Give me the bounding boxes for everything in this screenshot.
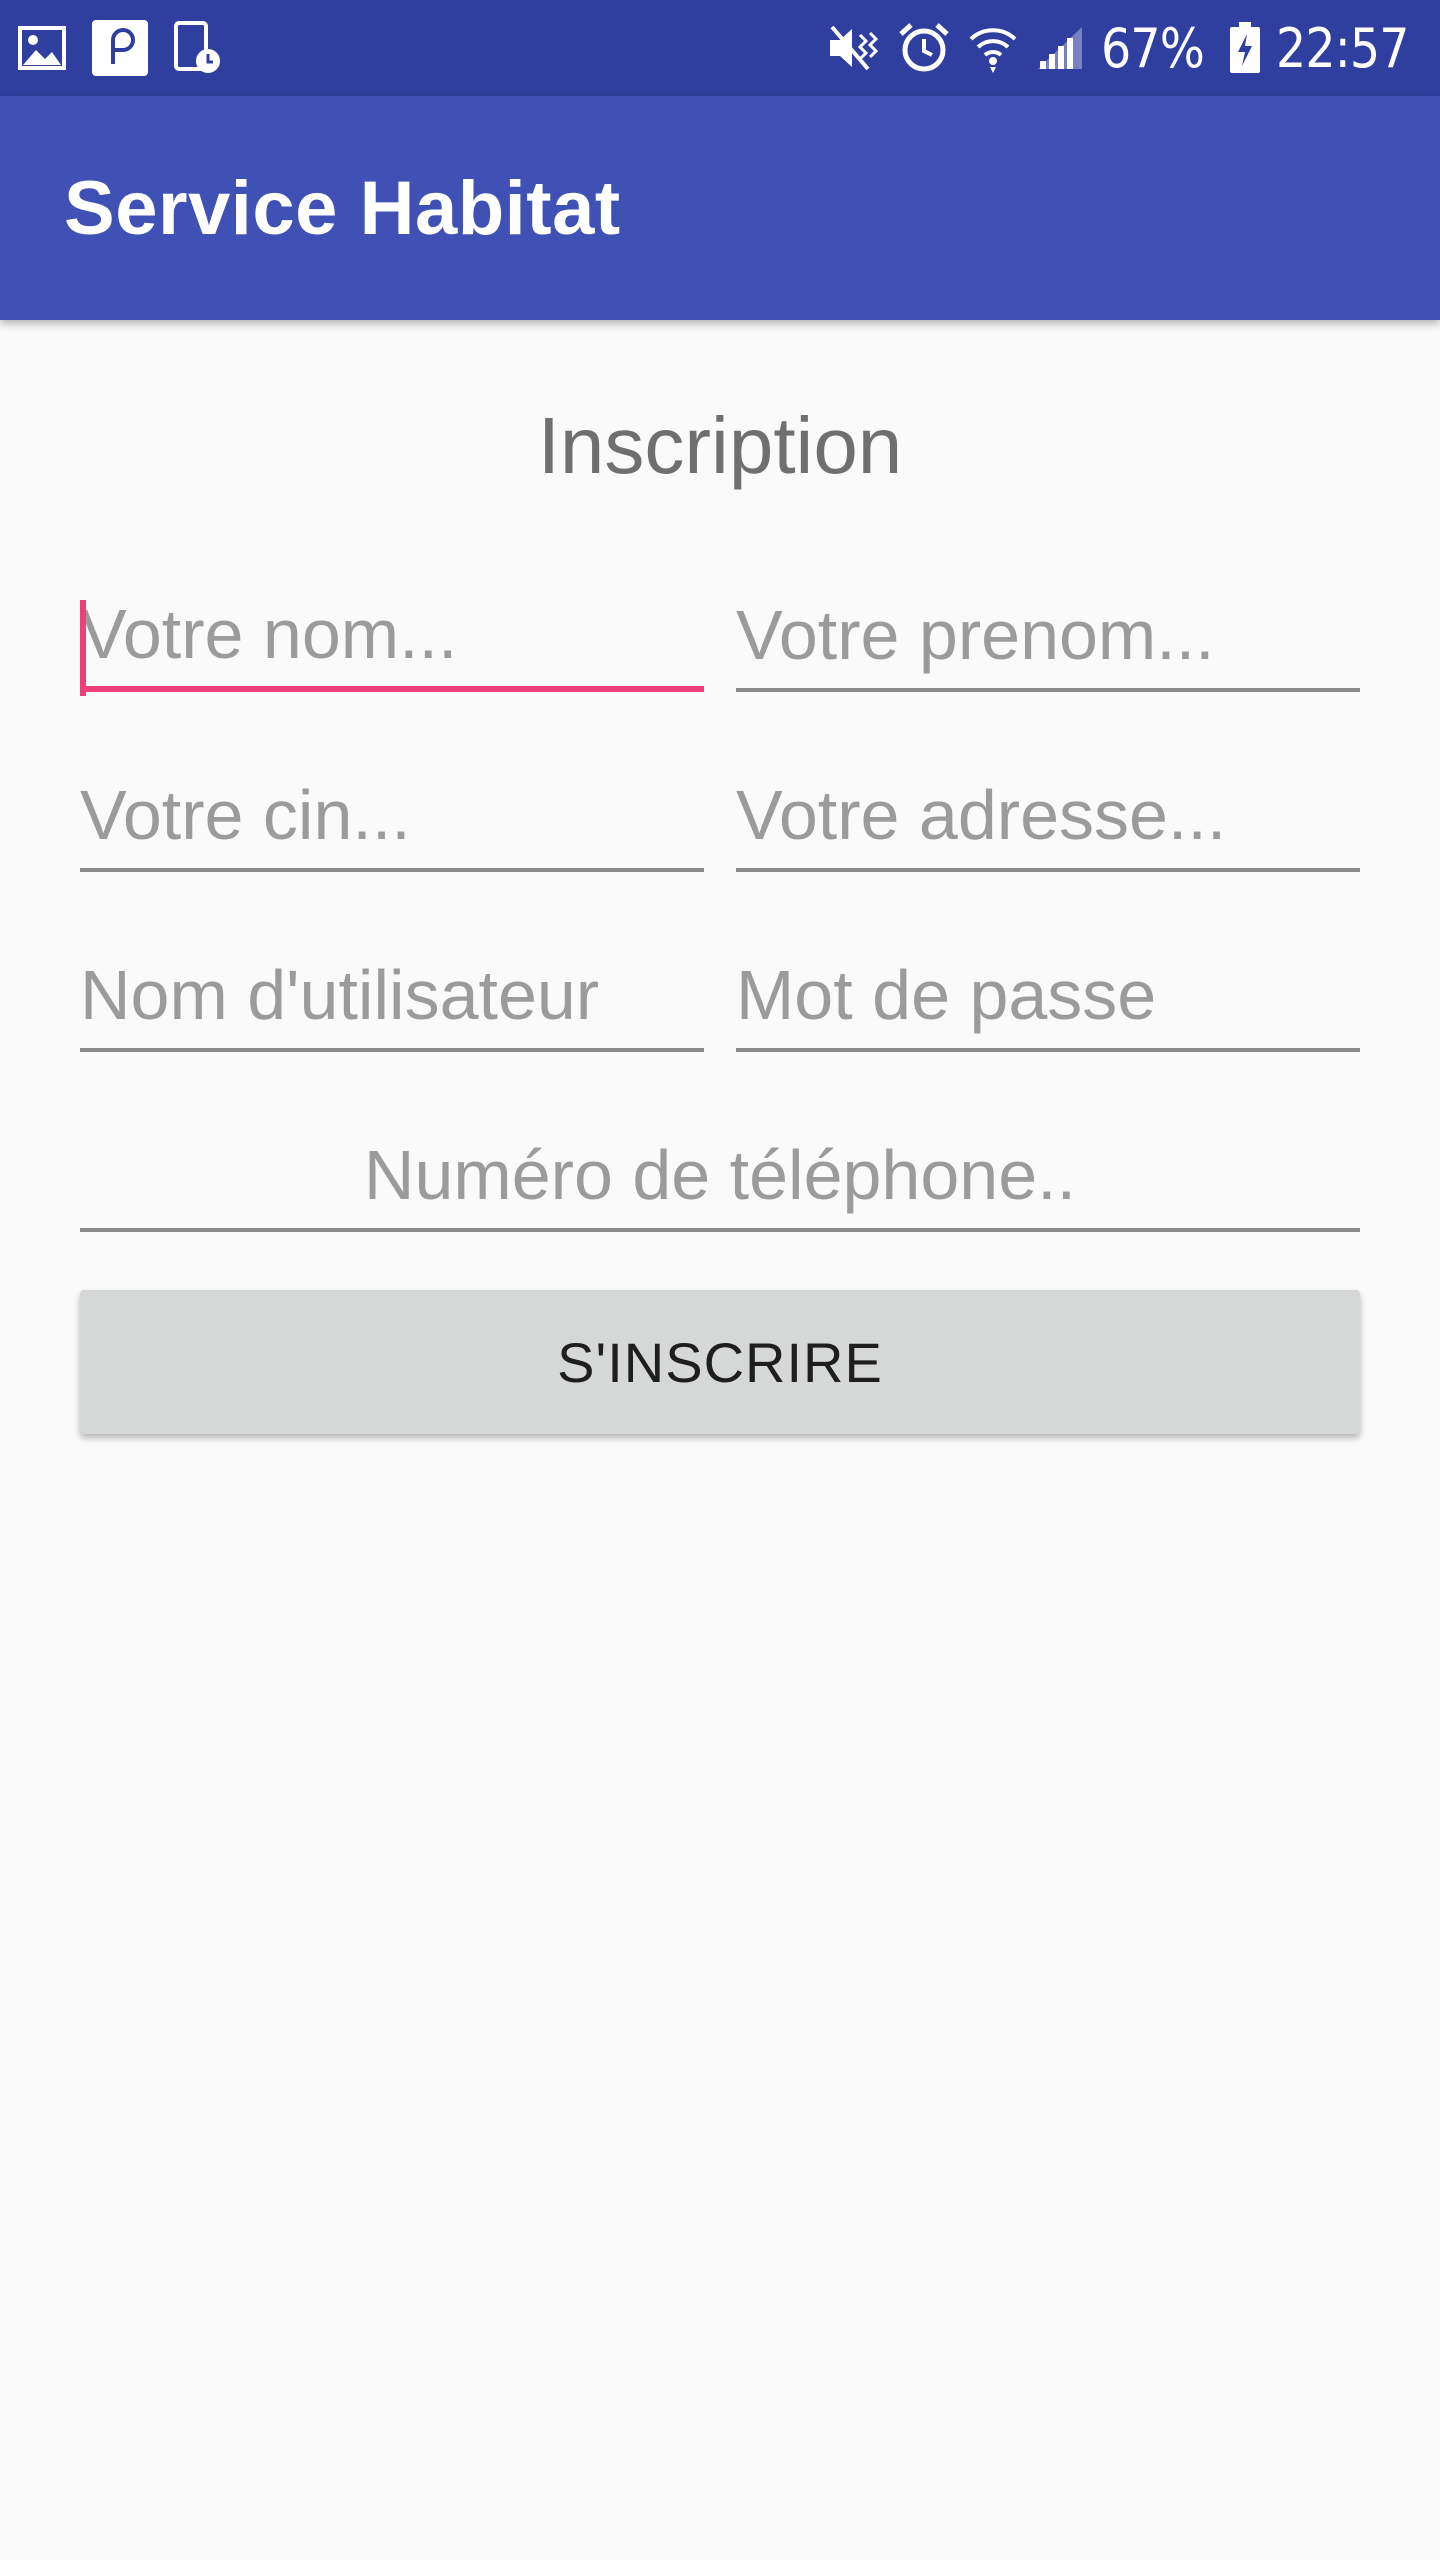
- screen-time-icon: [174, 21, 220, 73]
- text-cursor: [80, 600, 86, 696]
- password-input[interactable]: [736, 942, 1360, 1048]
- password-field-wrapper: [736, 942, 1360, 1052]
- telephone-field-wrapper: [80, 1122, 1360, 1232]
- app-title: Service Habitat: [64, 165, 621, 251]
- gallery-icon: [18, 26, 66, 70]
- status-left-icons: [18, 20, 248, 76]
- alarm-icon: [899, 23, 950, 72]
- cin-field-wrapper: [80, 762, 704, 872]
- battery-charging-icon: [1230, 22, 1261, 73]
- register-button[interactable]: S'INSCRIRE: [80, 1290, 1360, 1434]
- username-field-wrapper: [80, 942, 704, 1052]
- telephone-input[interactable]: [80, 1122, 1360, 1228]
- nom-input[interactable]: [80, 582, 704, 686]
- mute-vibrate-icon: [830, 25, 879, 71]
- form-heading: Inscription: [537, 401, 903, 490]
- status-clock: 22:57: [1276, 16, 1409, 80]
- cin-input[interactable]: [80, 762, 704, 868]
- username-input[interactable]: [80, 942, 704, 1048]
- status-bar: 67% 22:57: [0, 0, 1440, 96]
- prenom-field-wrapper: [736, 582, 1360, 692]
- adresse-field-wrapper: [736, 762, 1360, 872]
- notification-app-icon: [92, 20, 148, 76]
- prenom-input[interactable]: [736, 582, 1360, 688]
- adresse-input[interactable]: [736, 762, 1360, 868]
- wifi-icon: [969, 28, 1017, 73]
- battery-percentage: 67%: [1101, 16, 1205, 80]
- status-right-icons: 67% 22:57: [808, 17, 1418, 80]
- nom-field-wrapper: [80, 582, 704, 696]
- signal-icon: [1038, 27, 1083, 69]
- app-bar: Service Habitat: [0, 96, 1440, 320]
